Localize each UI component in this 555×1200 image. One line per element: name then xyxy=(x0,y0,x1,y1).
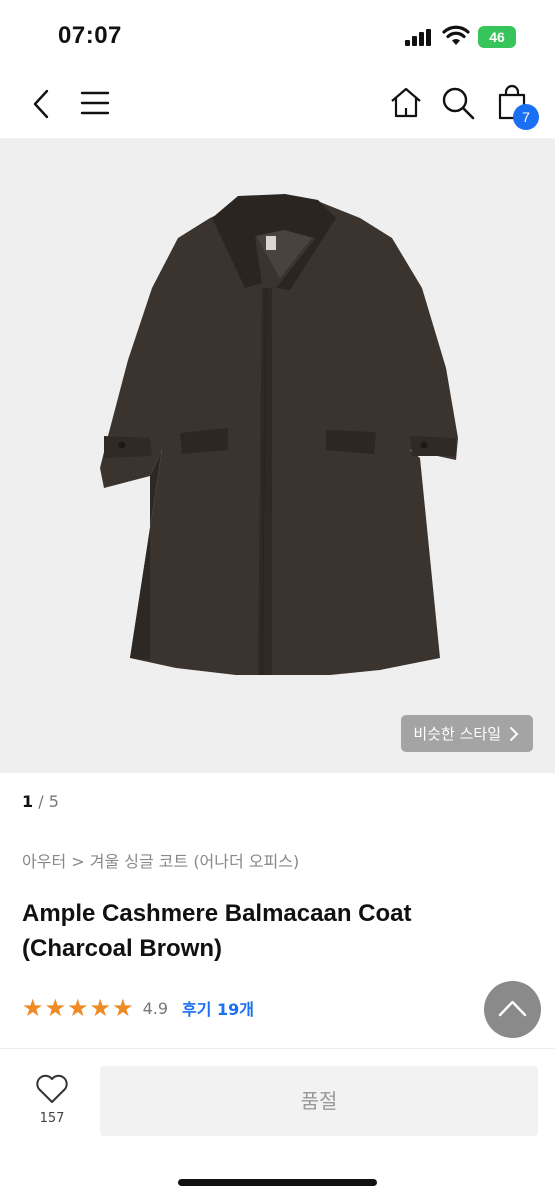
heart-icon xyxy=(36,1074,68,1103)
cellular-signal-icon xyxy=(405,29,431,46)
similar-style-button[interactable]: 비슷한 스타일 xyxy=(401,715,533,752)
like-button[interactable]: 157 xyxy=(30,1073,74,1126)
image-pager: 1 / 5 xyxy=(22,792,59,811)
home-indicator xyxy=(178,1179,377,1186)
pager-separator: / xyxy=(33,792,49,811)
chevron-up-icon xyxy=(498,1000,527,1017)
reviews-link[interactable]: 후기 19개 xyxy=(182,996,254,1020)
back-icon[interactable] xyxy=(30,88,52,120)
chevron-right-icon xyxy=(510,726,519,741)
similar-style-label: 비슷한 스타일 xyxy=(413,725,501,743)
sold-out-button[interactable]: 품절 xyxy=(100,1066,538,1136)
like-count: 157 xyxy=(39,1111,65,1126)
bottom-action-bar: 157 품절 xyxy=(0,1049,555,1200)
product-image-gallery[interactable]: 비슷한 스타일 xyxy=(0,138,555,773)
rating-row: ★★★★★ 4.9 후기 19개 xyxy=(22,994,254,1022)
top-nav xyxy=(0,72,555,138)
breadcrumb[interactable]: 아우터 > 겨울 싱글 코트 (어나더 오피스) xyxy=(22,848,299,872)
status-time: 07:07 xyxy=(58,22,122,49)
rating-score: 4.9 xyxy=(142,998,169,1018)
status-bar: 07:07 46 xyxy=(0,0,555,72)
product-page: 07:07 46 7 비슷한 스타일 1 / 5 아우터 > 겨울 싱글 코트 … xyxy=(0,0,555,1200)
search-icon[interactable] xyxy=(441,86,475,120)
home-icon[interactable] xyxy=(389,86,423,118)
pager-current: 1 xyxy=(22,792,34,811)
pager-total: 5 xyxy=(48,792,59,811)
coat-image xyxy=(100,194,458,676)
product-title: Ample Cashmere Balmacaan Coat (Charcoal … xyxy=(22,900,412,962)
battery-level: 46 xyxy=(489,29,505,45)
star-rating-icon: ★★★★★ xyxy=(22,994,135,1022)
wifi-icon xyxy=(442,25,470,45)
cart-count-badge[interactable]: 7 xyxy=(513,104,539,130)
battery-icon: 46 xyxy=(478,26,516,48)
scroll-top-button[interactable] xyxy=(484,981,541,1038)
menu-icon[interactable] xyxy=(80,90,110,116)
